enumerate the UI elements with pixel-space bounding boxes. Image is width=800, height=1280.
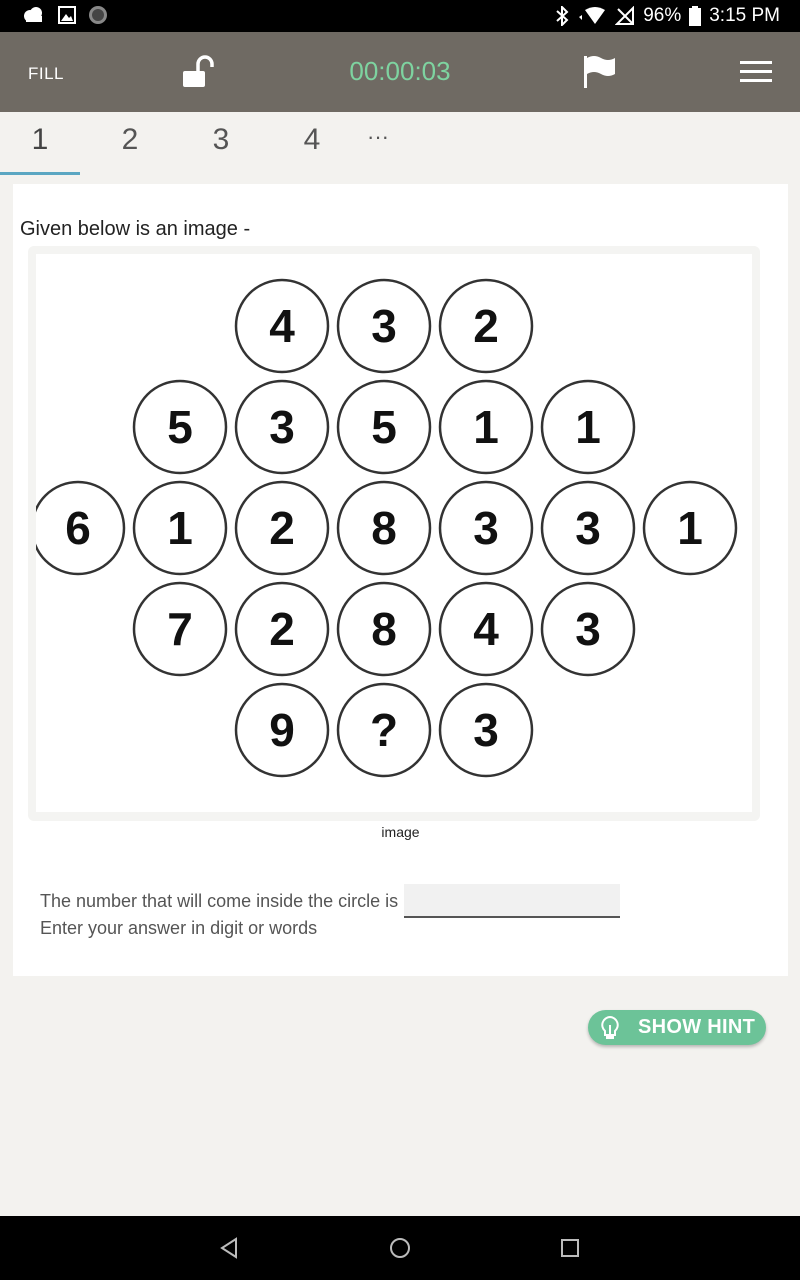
status-left-icons [22, 5, 108, 25]
show-hint-label: SHOW HINT [638, 1016, 756, 1038]
puzzle-number: 9 [269, 704, 295, 756]
puzzle-number: 3 [269, 401, 295, 453]
circle-icon [89, 6, 107, 24]
unlock-icon[interactable] [180, 54, 216, 90]
question-prompt: The number that will come inside the cir… [40, 890, 399, 911]
tab-question-2[interactable]: 2 [90, 112, 170, 172]
system-nav-bar [0, 1216, 800, 1280]
clock: 3:15 PM [709, 5, 780, 26]
cloud-icon [24, 7, 42, 22]
bluetooth-icon [556, 6, 569, 26]
puzzle-number: 2 [473, 300, 499, 352]
puzzle-image-frame: 4 3 2 5 3 5 1 1 6 1 2 8 3 3 1 7 2 8 4 3 9? 3 [28, 246, 760, 821]
puzzle-number: 1 [677, 502, 703, 554]
fill-mode-button[interactable]: FILL [28, 64, 64, 84]
puzzle-number: 3 [371, 300, 397, 352]
puzzle-number: 1 [473, 401, 499, 453]
puzzle-number: 1 [575, 401, 601, 453]
puzzle-number: 2 [269, 603, 295, 655]
question-card: Given below is an image - 43253511612833… [13, 184, 788, 976]
app-toolbar: FILL 00:00:03 [0, 32, 800, 112]
battery-icon [689, 6, 702, 26]
lightbulb-icon [601, 1015, 619, 1039]
question-intro: Given below is an image - [20, 218, 251, 240]
answer-instruction: Enter your answer in digit or words [40, 918, 318, 938]
puzzle-number: ? [370, 704, 398, 756]
status-bar: 96% 3:15 PM [0, 0, 800, 32]
image-caption: image [381, 824, 420, 840]
status-right: 96% 3:15 PM [555, 0, 780, 32]
puzzle-number: 3 [575, 603, 601, 655]
puzzle-number: 3 [575, 502, 601, 554]
puzzle-number: 4 [269, 300, 295, 352]
back-icon[interactable] [218, 1236, 242, 1260]
puzzle-number: 3 [473, 704, 499, 756]
battery-percent: 96% [643, 5, 682, 26]
puzzle-number: 7 [167, 603, 193, 655]
no-signal-icon [615, 6, 635, 25]
puzzle-number: 8 [371, 502, 397, 554]
image-icon [58, 6, 76, 24]
puzzle-number: 1 [167, 502, 193, 554]
quiz-timer: 00:00:03 [349, 56, 451, 86]
flag-icon[interactable] [582, 54, 618, 90]
puzzle-number: 8 [371, 603, 397, 655]
puzzle-number: 5 [167, 401, 193, 453]
puzzle-image: 4 3 2 5 3 5 1 1 6 1 2 8 3 3 1 7 2 8 4 3 9? 3 [36, 254, 752, 812]
puzzle-number: 2 [269, 502, 295, 554]
puzzle-number: 4 [473, 603, 499, 655]
show-hint-button[interactable]: SHOW HINT [588, 1010, 766, 1045]
recent-apps-icon[interactable] [558, 1236, 582, 1260]
answer-input[interactable] [404, 884, 621, 918]
puzzle-number: 5 [371, 401, 397, 453]
puzzle-number: 6 [65, 502, 91, 554]
home-icon[interactable] [388, 1236, 412, 1260]
puzzle-number: 3 [473, 502, 499, 554]
menu-icon[interactable] [740, 60, 772, 84]
tab-question-3[interactable]: 3 [181, 112, 261, 172]
tab-more[interactable]: ··· [338, 112, 418, 172]
puzzle-diagram: 4 3 25 3 5 1 16 1 2 8 3 3 17 2 8 4 39? 3 [36, 278, 738, 778]
wifi-icon [579, 7, 606, 24]
question-line: The number that will come inside the cir… [40, 884, 621, 918]
tab-question-1[interactable]: 1 [0, 112, 80, 175]
question-tabs: 1 2 3 4 ··· [0, 112, 800, 176]
